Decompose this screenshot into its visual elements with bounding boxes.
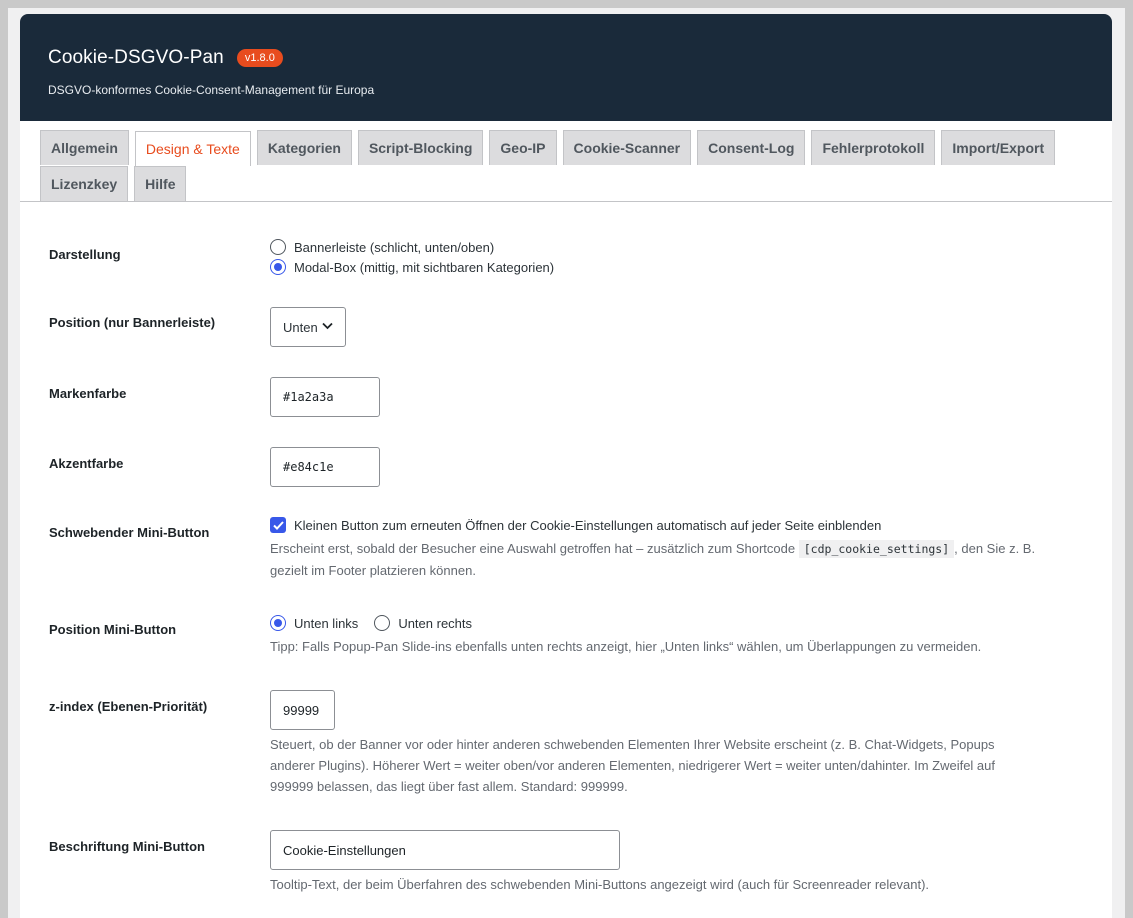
position-label: Position (nur Bannerleiste)	[49, 315, 216, 330]
plugin-header: Cookie-DSGVO-Pan v1.8.0 DSGVO-konformes …	[20, 14, 1112, 121]
radio-banner[interactable]	[270, 239, 286, 255]
tab-consent-log[interactable]: Consent-Log	[697, 130, 806, 165]
darstellung-option-modal[interactable]: Modal-Box (mittig, mit sichtbaren Katego…	[270, 257, 554, 277]
zindex-input[interactable]: 99999	[270, 690, 335, 730]
tab-allgemein[interactable]: Allgemein	[40, 130, 129, 165]
tab-design-texte[interactable]: Design & Texte	[134, 131, 251, 166]
mini-button-label: Schwebender Mini-Button	[49, 525, 210, 540]
position-mini-label: Position Mini-Button	[49, 622, 177, 637]
version-badge: v1.8.0	[236, 49, 283, 67]
beschriftung-input[interactable]: Cookie-Einstellungen	[270, 830, 620, 870]
mini-button-checkbox[interactable]	[270, 517, 286, 533]
akzentfarbe-input[interactable]: #e84c1e	[270, 447, 380, 487]
shortcode: [cdp_cookie_settings]	[798, 540, 955, 558]
tab-kategorien[interactable]: Kategorien	[256, 130, 352, 165]
settings-page: Cookie-DSGVO-Pan v1.8.0 DSGVO-konformes …	[20, 14, 1112, 918]
chevron-down-icon	[322, 322, 333, 333]
darstellung-label: Darstellung	[49, 247, 121, 262]
tab-import-export[interactable]: Import/Export	[941, 130, 1056, 165]
mini-button-description: Erscheint erst, sobald der Besucher eine…	[270, 540, 1036, 578]
position-mini-option-rechts[interactable]: Unten rechts	[374, 613, 472, 633]
zindex-label: z-index (Ebenen-Priorität)	[49, 699, 208, 714]
beschriftung-description: Tooltip-Text, der beim Überfahren des sc…	[270, 877, 930, 892]
app-subtitle: DSGVO-konformes Cookie-Consent-Managemen…	[48, 83, 375, 97]
zindex-description: Steuert, ob der Banner vor oder hinter a…	[270, 737, 996, 794]
radio-unten-links[interactable]	[270, 615, 286, 631]
settings-panel: Allgemein Design & Texte Kategorien Scri…	[20, 121, 1112, 918]
tab-script-blocking[interactable]: Script-Blocking	[357, 130, 484, 165]
tab-lizenzkey[interactable]: Lizenzkey	[40, 165, 129, 201]
position-mini-tip: Tipp: Falls Popup-Pan Slide-ins ebenfall…	[270, 639, 982, 654]
tab-cookie-scanner[interactable]: Cookie-Scanner	[562, 130, 692, 165]
tab-fehlerprotokoll[interactable]: Fehlerprotokoll	[811, 130, 936, 165]
window-frame: Cookie-DSGVO-Pan v1.8.0 DSGVO-konformes …	[8, 8, 1125, 918]
app-title: Cookie-DSGVO-Pan	[48, 47, 224, 68]
markenfarbe-input[interactable]: #1a2a3a	[270, 377, 380, 417]
radio-modal[interactable]	[270, 259, 286, 275]
mini-button-checkbox-row[interactable]: Kleinen Button zum erneuten Öffnen der C…	[270, 515, 1090, 535]
position-mini-option-links[interactable]: Unten links	[270, 613, 358, 633]
position-select[interactable]: Unten	[270, 307, 346, 347]
tab-hilfe[interactable]: Hilfe	[134, 165, 187, 201]
tab-geo-ip[interactable]: Geo-IP	[489, 130, 557, 165]
check-icon	[272, 520, 284, 530]
tab-bar: Allgemein Design & Texte Kategorien Scri…	[20, 121, 1112, 202]
darstellung-option-banner[interactable]: Bannerleiste (schlicht, unten/oben)	[270, 237, 554, 257]
akzentfarbe-label: Akzentfarbe	[49, 456, 124, 471]
markenfarbe-label: Markenfarbe	[49, 386, 127, 401]
beschriftung-label: Beschriftung Mini-Button	[49, 839, 205, 854]
radio-unten-rechts[interactable]	[374, 615, 391, 631]
